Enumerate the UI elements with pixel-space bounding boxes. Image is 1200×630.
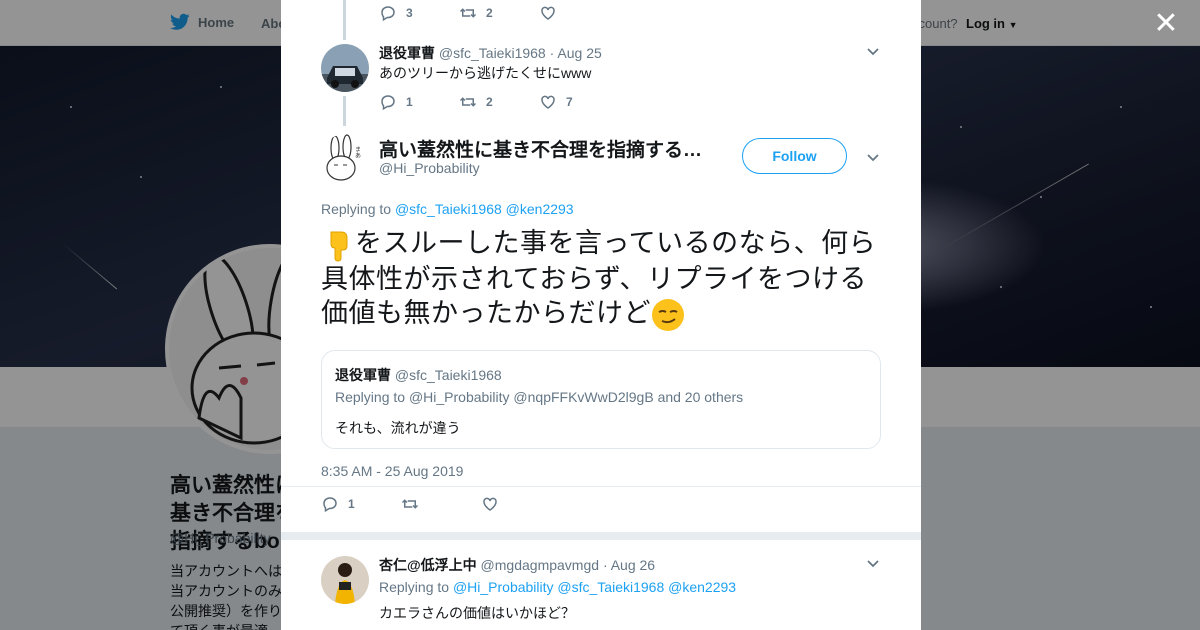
chevron-down-icon[interactable] (865, 149, 881, 165)
quoted-tweet-header: 退役軍曹 @sfc_Taieki1968 (335, 365, 502, 385)
mention-links[interactable]: @Hi_Probability @sfc_Taieki1968 @ken2293 (453, 579, 736, 595)
avatar[interactable] (321, 44, 369, 92)
follow-button[interactable]: Follow (742, 138, 847, 174)
car-avatar-image (321, 44, 369, 92)
replying-to-label: Replying to (321, 201, 392, 217)
reply-icon (381, 95, 395, 111)
tweet-text: あのツリーから逃げたくせにwww (379, 65, 592, 81)
reply-button[interactable]: 1 (321, 495, 401, 513)
username[interactable]: @mgdagmpavmgd (481, 557, 600, 573)
section-divider (281, 532, 921, 540)
reply-button[interactable]: 3 (379, 4, 459, 22)
reply-count: 1 (406, 95, 413, 109)
main-tweet-body: をスルーした事を言っているのなら、何ら具体性が示されておらず、リプライをつける価… (321, 228, 877, 328)
like-button[interactable] (539, 4, 619, 22)
tweet-header: 杏仁@低浮上中 @mgdagmpavmgd · Aug 26 (379, 555, 655, 575)
tweet-timestamp[interactable]: 8:35 AM - 25 Aug 2019 (321, 463, 463, 479)
retweet-button[interactable]: 2 (459, 93, 539, 111)
replying-to: Replying to @sfc_Taieki1968 @ken2293 (321, 201, 574, 217)
quoted-others: and 20 others (657, 389, 744, 405)
quoted-mentions: @Hi_Probability @nqpFFKvWwD2l9gB (408, 389, 654, 405)
avatar[interactable] (321, 556, 369, 604)
svg-text:まあ: まあ (354, 146, 361, 158)
quoted-tweet-text: それも、流れが違う (335, 420, 461, 436)
pointing-down-emoji (330, 231, 348, 262)
previous-tweet-actions: 3 2 (379, 4, 619, 22)
tweet-permalink-modal: 3 2 退役軍曹 @sfc_Taieki1968 · Aug 25 あのツリーか… (281, 0, 921, 630)
retweet-button[interactable] (401, 495, 481, 513)
replying-to: Replying to @Hi_Probability @sfc_Taieki1… (379, 579, 736, 595)
quoted-replying-to: Replying to @Hi_Probability @nqpFFKvWwD2… (335, 389, 743, 405)
tweet-date[interactable]: · Aug 25 (550, 45, 602, 61)
like-icon (541, 95, 555, 109)
mention-link[interactable]: @sfc_Taieki1968 (395, 201, 502, 217)
like-icon (483, 497, 497, 511)
tweet-text: カエラさんの価値はいかほど？ (379, 605, 575, 621)
quoted-display-name: 退役軍曹 (335, 367, 391, 383)
avatar[interactable]: まあ (321, 134, 369, 182)
reply-count: 3 (406, 6, 413, 20)
retweet-button[interactable]: 2 (459, 4, 539, 22)
reply-tweet-actions: 1 2 7 (379, 93, 619, 111)
thread-line (343, 0, 346, 40)
smirk-emoji (652, 298, 684, 331)
username[interactable]: @sfc_Taieki1968 (439, 45, 546, 61)
retweet-icon (459, 97, 477, 107)
quoted-replying-label: Replying to (335, 389, 406, 405)
person-avatar-image (321, 556, 369, 604)
like-button[interactable]: 7 (539, 93, 619, 111)
retweet-icon (401, 499, 419, 509)
like-icon (541, 6, 555, 20)
rabbit-avatar-small: まあ (321, 134, 369, 182)
retweet-count: 2 (486, 95, 493, 109)
thread-line (343, 96, 346, 126)
display-name[interactable]: 杏仁@低浮上中 (379, 557, 477, 573)
replying-to-label: Replying to (379, 579, 450, 595)
quoted-tweet[interactable]: 退役軍曹 @sfc_Taieki1968 Replying to @Hi_Pro… (321, 350, 881, 449)
tweet-date[interactable]: · Aug 26 (603, 557, 655, 573)
retweet-icon (459, 8, 477, 18)
main-tweet-text: をスルーした事を言っているのなら、何ら具体性が示されておらず、リプライをつける価… (321, 226, 881, 332)
main-tweet-username[interactable]: @Hi_Probability (379, 160, 480, 176)
reply-icon (381, 6, 395, 22)
like-count: 7 (566, 95, 573, 109)
chevron-down-icon[interactable] (865, 555, 881, 571)
like-button[interactable] (481, 495, 561, 513)
retweet-count: 2 (486, 6, 493, 20)
main-tweet-actions: 1 (321, 495, 561, 513)
reply-icon (323, 497, 337, 513)
display-name[interactable]: 退役軍曹 (379, 45, 435, 61)
reply-count: 1 (348, 497, 355, 511)
quoted-username: @sfc_Taieki1968 (394, 367, 502, 383)
tweet-header: 退役軍曹 @sfc_Taieki1968 · Aug 25 (379, 43, 602, 63)
chevron-down-icon[interactable] (865, 43, 881, 59)
mention-link[interactable]: @ken2293 (506, 201, 574, 217)
close-icon[interactable]: ✕ (1152, 9, 1180, 39)
main-tweet-display-name[interactable]: 高い蓋然性に基き不合理を指摘する… (379, 135, 702, 162)
divider (281, 486, 921, 487)
reply-button[interactable]: 1 (379, 93, 459, 111)
